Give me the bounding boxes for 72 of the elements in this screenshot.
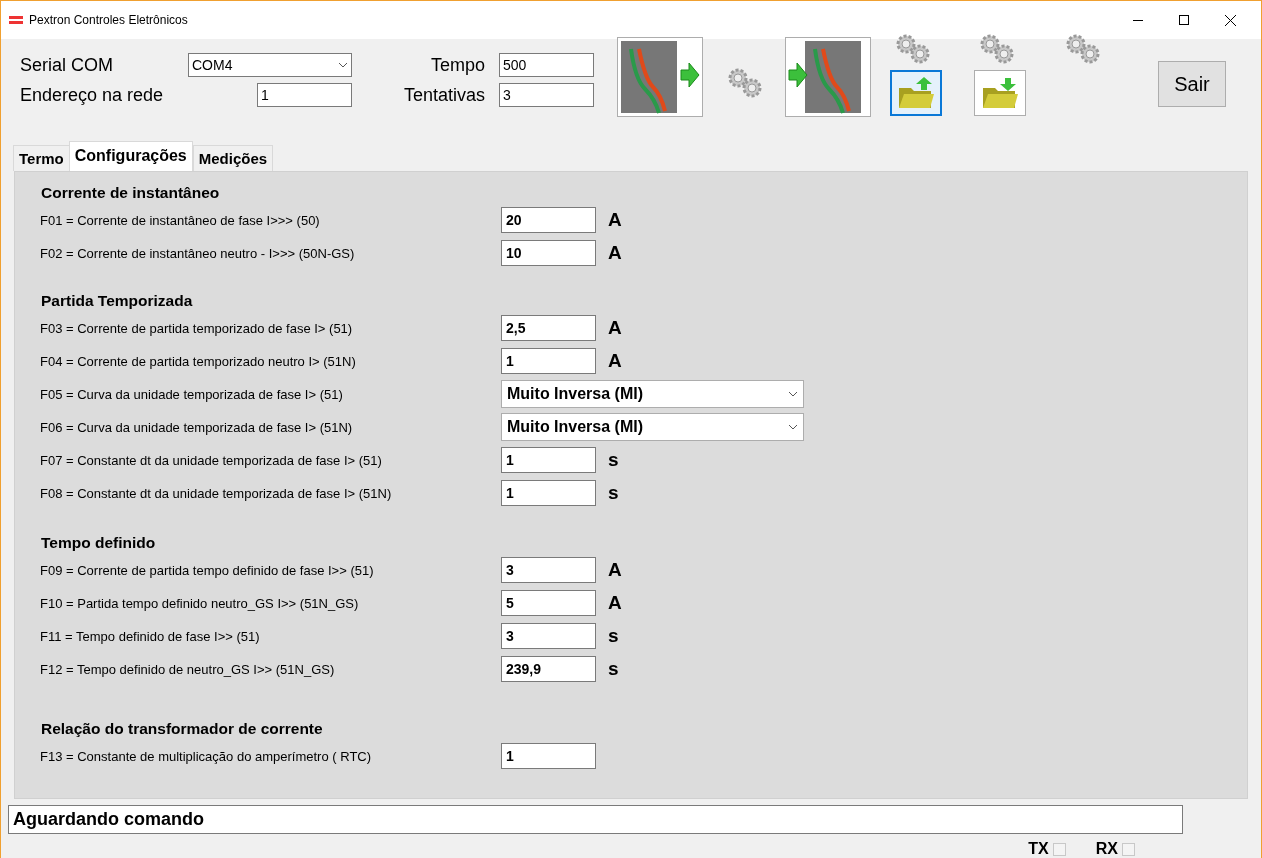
setting-label: F13 = Constante de multiplicação do amperímetro ( RTC) bbox=[40, 748, 373, 764]
address-field[interactable]: 1 bbox=[257, 83, 352, 107]
unit-label: A bbox=[608, 350, 622, 373]
read-device-button[interactable] bbox=[617, 37, 703, 117]
setting-label: F09 = Corrente de partida tempo definido de fase I>> (51) bbox=[40, 562, 375, 578]
setting-label: F07 = Constante dt da unidade temporizada de fase I> (51) bbox=[40, 452, 383, 468]
serial-port-dropdown[interactable]: COM4 bbox=[188, 53, 352, 77]
value-field[interactable]: 20 bbox=[501, 207, 596, 234]
tab[interactable]: Medições bbox=[192, 144, 274, 171]
tab[interactable]: Configurações bbox=[68, 140, 193, 171]
device-arrow-icon bbox=[619, 39, 701, 115]
value-field[interactable]: 2,5 bbox=[501, 315, 596, 342]
write-device-button[interactable] bbox=[785, 37, 871, 117]
unit-label: A bbox=[608, 209, 622, 232]
setting-label: F03 = Corrente de partida temporizado de fase I> (51) bbox=[40, 320, 354, 336]
section-heading: Tempo definido bbox=[41, 533, 157, 552]
value-field[interactable]: 10 bbox=[501, 240, 596, 267]
unit-label: s bbox=[608, 658, 619, 681]
open-file-button[interactable] bbox=[890, 70, 942, 116]
curve-dropdown[interactable]: Muito Inversa (MI) bbox=[501, 413, 804, 442]
time-field[interactable]: 500 bbox=[499, 53, 595, 77]
tries-label: Tentativas bbox=[404, 84, 486, 106]
time-label: Tempo bbox=[431, 54, 486, 76]
setting-label: F05 = Curva da unidade temporizada de fase I> (51) bbox=[40, 386, 344, 402]
app-logo-icon bbox=[9, 16, 23, 24]
status-field: Aguardando comando bbox=[8, 805, 1183, 834]
folder-download-icon bbox=[981, 76, 1019, 110]
chevron-down-icon bbox=[788, 424, 798, 431]
unit-label: A bbox=[608, 242, 622, 265]
value-field[interactable]: 1 bbox=[501, 743, 596, 770]
setting-label: F11 = Tempo definido de fase I>> (51) bbox=[40, 628, 261, 644]
setting-label: F01 = Corrente de instantâneo de fase I>>> (50) bbox=[40, 212, 321, 228]
curve-dropdown[interactable]: Muito Inversa (MI) bbox=[501, 380, 804, 409]
value-field[interactable]: 239,9 bbox=[501, 656, 596, 683]
unit-label: A bbox=[608, 559, 622, 582]
unit-label: s bbox=[608, 482, 619, 505]
exit-button[interactable]: Sair bbox=[1158, 61, 1226, 107]
tries-field[interactable]: 3 bbox=[499, 83, 595, 107]
minimize-icon bbox=[1133, 19, 1143, 21]
indicator-checkbox[interactable] bbox=[1122, 842, 1135, 856]
indicator-label: TX bbox=[1028, 840, 1049, 858]
chevron-down-icon bbox=[338, 62, 348, 68]
value-field[interactable]: 1 bbox=[501, 480, 596, 507]
value-field[interactable]: 1 bbox=[501, 348, 596, 375]
setting-label: F06 = Curva da unidade temporizada de fase I> (51N) bbox=[40, 419, 354, 435]
section-heading: Corrente de instantâneo bbox=[41, 183, 221, 202]
indicator-checkbox[interactable] bbox=[1052, 842, 1066, 856]
maximize-icon bbox=[1179, 15, 1189, 25]
tab[interactable]: Termo bbox=[13, 144, 70, 171]
save-file-button[interactable] bbox=[974, 70, 1026, 116]
setting-label: F08 = Constante dt da unidade temporizada de fase I> (51N) bbox=[40, 485, 393, 501]
setting-label: F12 = Tempo definido de neutro_GS I>> (51N_GS) bbox=[40, 661, 336, 677]
indicator-label: RX bbox=[1095, 840, 1118, 858]
close-icon bbox=[1224, 14, 1236, 26]
setting-label: F04 = Corrente de partida temporizado neutro I> (51N) bbox=[40, 353, 357, 369]
address-label: Endereço na rede bbox=[20, 84, 165, 106]
section-heading: Relação do transformador de corrente bbox=[41, 719, 324, 738]
unit-label: A bbox=[608, 592, 622, 615]
unit-label: A bbox=[608, 317, 622, 340]
unit-label: s bbox=[608, 449, 619, 472]
unit-label: s bbox=[608, 625, 619, 648]
chevron-down-icon bbox=[788, 391, 798, 398]
folder-upload-icon bbox=[897, 76, 935, 110]
setting-label: F10 = Partida tempo definido neutro_GS I>> (51N_GS) bbox=[40, 595, 360, 611]
serial-com-label: Serial COM bbox=[20, 54, 114, 76]
value-field[interactable]: 5 bbox=[501, 590, 596, 617]
section-heading: Partida Temporizada bbox=[41, 291, 194, 310]
value-field[interactable]: 1 bbox=[501, 447, 596, 474]
value-field[interactable]: 3 bbox=[501, 623, 596, 650]
setting-label: F02 = Corrente de instantâneo neutro - I>>> (50N-GS) bbox=[40, 245, 356, 261]
value-field[interactable]: 3 bbox=[501, 557, 596, 584]
window-title: Pextron Controles Eletrônicos bbox=[29, 13, 189, 27]
